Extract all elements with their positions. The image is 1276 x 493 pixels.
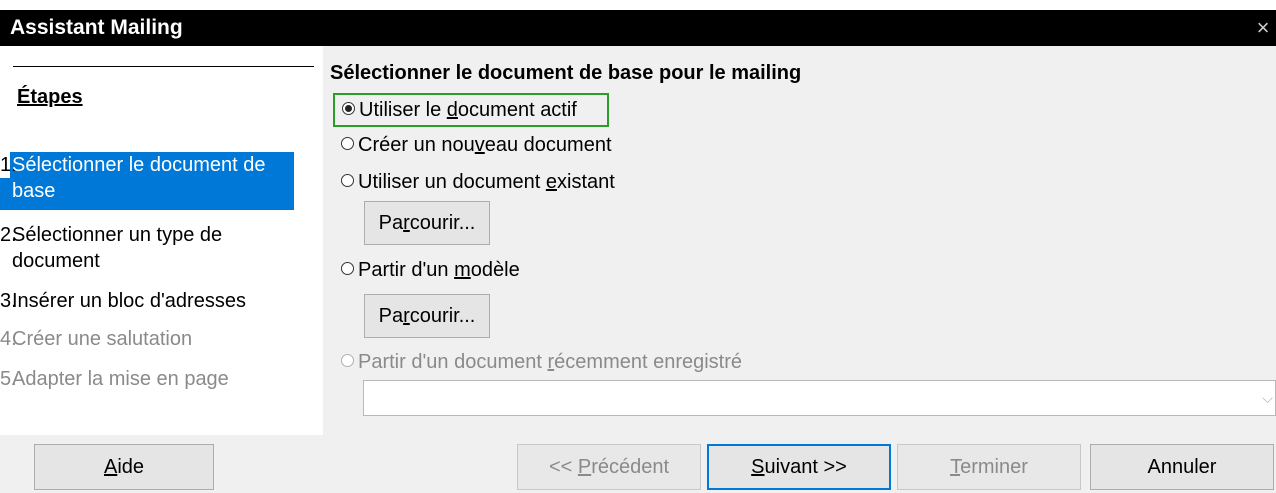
button-label: récédent [591, 456, 670, 478]
radio-use-active-document[interactable]: Utiliser le document actif [333, 93, 609, 127]
browse-existing-button[interactable]: Parcourir... [364, 201, 490, 245]
radio-label: odèle [470, 259, 520, 281]
accelerator-key: r [403, 212, 410, 234]
step-create-salutation: 4. Créer une salutation [0, 326, 294, 354]
recent-document-select [363, 380, 1276, 416]
close-icon[interactable]: × [1250, 12, 1276, 44]
step-label: Sélectionner le document de base [12, 154, 266, 202]
button-label: erminer [960, 456, 1028, 478]
step-label: Créer une salutation [12, 328, 193, 350]
steps-heading: Étapes [17, 86, 83, 108]
radio-recent-document: Partir d'un document récemment enregistr… [341, 348, 742, 376]
radio-label: écemment enregistré [554, 351, 743, 373]
help-button[interactable]: Aide [34, 444, 214, 490]
radio-label: ocument actif [457, 99, 577, 121]
step-number: 3. [0, 290, 17, 312]
accelerator-key: v [474, 134, 485, 156]
button-label: courir... [409, 212, 476, 234]
radio-create-new-document[interactable]: Créer un nouveau document [341, 131, 612, 159]
step-number: 1. [0, 152, 17, 178]
button-label: courir... [409, 305, 476, 327]
radio-unchecked-icon [341, 354, 354, 368]
window-title: Assistant Mailing [10, 16, 183, 39]
browse-template-button[interactable]: Parcourir... [364, 294, 490, 338]
step-label: Adapter la mise en page [12, 368, 229, 390]
cancel-button[interactable]: Annuler [1090, 444, 1274, 490]
radio-label: xistant [557, 171, 615, 193]
accelerator-key: d [446, 99, 458, 121]
chevron-down-icon: ⌵ [1262, 390, 1273, 406]
radio-label: Partir d'un [358, 259, 455, 281]
step-select-document-type[interactable]: 2. Sélectionner un type de document [0, 222, 294, 278]
accelerator-key: m [454, 259, 471, 281]
step-number: 4. [0, 328, 17, 350]
accelerator-key: e [545, 171, 557, 193]
accelerator-key: S [751, 456, 765, 478]
step-insert-address-block[interactable]: 3. Insérer un bloc d'adresses [0, 288, 294, 316]
radio-unchecked-icon [341, 262, 354, 276]
radio-label: Utiliser un document [358, 171, 546, 193]
accelerator-key: P [577, 456, 592, 478]
radio-start-from-template[interactable]: Partir d'un modèle [341, 256, 520, 284]
radio-use-existing-document[interactable]: Utiliser un document existant [341, 168, 615, 196]
step-label: Insérer un bloc d'adresses [12, 290, 246, 312]
step-number: 2. [0, 224, 17, 246]
button-label: uivant >> [764, 456, 847, 478]
button-label: ide [117, 456, 145, 478]
accelerator-key: A [103, 456, 118, 478]
accelerator-key: r [403, 305, 410, 327]
radio-label: Créer un nou [358, 134, 475, 156]
radio-label: eau document [484, 134, 612, 156]
radio-label: Utiliser le [359, 99, 447, 121]
step-label: Sélectionner un type de document [12, 224, 223, 272]
button-label: Pa [378, 212, 404, 234]
sidebar-divider [13, 66, 314, 67]
next-button[interactable]: Suivant >> [707, 444, 891, 490]
title-bar [0, 10, 1276, 46]
button-label: << [548, 456, 578, 478]
section-heading: Sélectionner le document de base pour le… [330, 62, 802, 84]
radio-unchecked-icon [341, 174, 354, 188]
accelerator-key: T [950, 456, 961, 478]
previous-button: << Précédent [517, 444, 701, 490]
radio-checked-icon [342, 102, 355, 116]
step-number: 5. [0, 368, 17, 390]
step-adjust-layout: 5. Adapter la mise en page [0, 366, 294, 394]
radio-label: Partir d'un document [358, 351, 548, 373]
finish-button: Terminer [897, 444, 1081, 490]
radio-unchecked-icon [341, 137, 354, 151]
step-select-base-document[interactable]: 1. Sélectionner le document de base [0, 152, 294, 210]
button-label: Pa [378, 305, 404, 327]
